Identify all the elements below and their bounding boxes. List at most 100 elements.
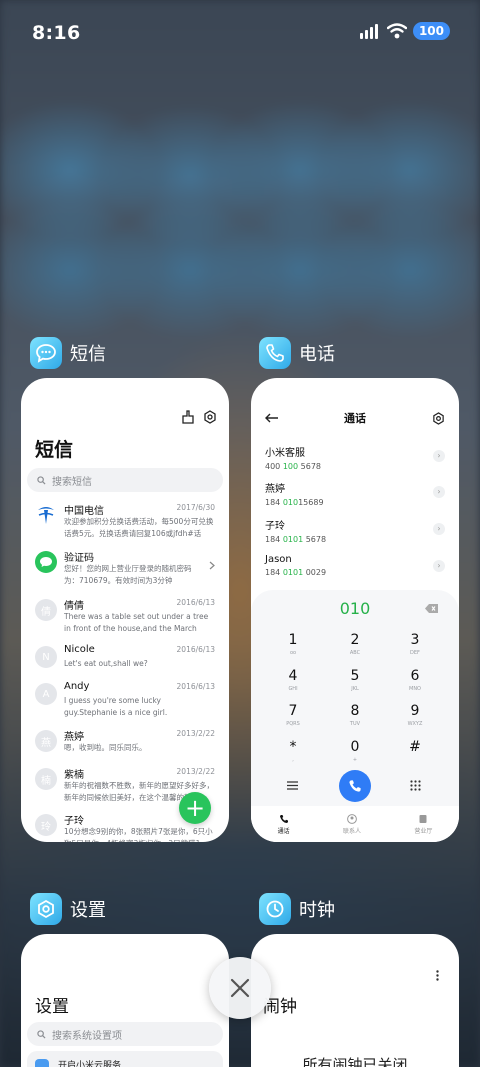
- keypad-grid-icon[interactable]: [410, 780, 421, 791]
- message-date: 2016/6/13: [176, 682, 215, 691]
- clean-brush-icon[interactable]: [181, 410, 195, 424]
- person-icon: [347, 813, 357, 824]
- contact-name: 燕婷: [265, 484, 285, 495]
- message-row[interactable]: N Nicole 2016/6/13 Let's eat out,shall w…: [21, 644, 229, 686]
- dial-key-5[interactable]: 5 JKL: [335, 668, 375, 692]
- contact-row[interactable]: 小米客服 400 100 5678 ›: [265, 444, 445, 474]
- phone-bottom-tabs: 通话 联系人 营业厅: [251, 806, 459, 842]
- phone-app-card[interactable]: 通话 小米客服 400 100 5678 › 燕婷 184 01015689 ›…: [251, 378, 459, 842]
- contact-avatar: N: [35, 646, 57, 668]
- search-icon: [37, 475, 46, 485]
- message-date: 2016/6/13: [176, 645, 215, 654]
- chevron-right-icon[interactable]: ›: [433, 450, 445, 462]
- message-bubble-icon: [35, 551, 57, 573]
- phone-page-title: 通话: [344, 412, 366, 425]
- message-sender: 燕婷: [64, 732, 84, 743]
- contact-row[interactable]: 燕婷 184 01015689 ›: [265, 480, 445, 510]
- message-sender: 紫楠: [64, 770, 84, 781]
- message-date: 2013/2/22: [176, 767, 215, 776]
- message-sender: Andy: [64, 681, 90, 692]
- contact-row[interactable]: Jason 184 0101 0029 ›: [265, 554, 445, 584]
- settings-item-label: 开启小米云服务: [58, 1061, 122, 1067]
- message-row[interactable]: 中国电信 2017/6/30 欢迎参加积分兑换话费活动，每500分可兑换话费5元…: [21, 502, 229, 544]
- china-telecom-logo-icon: [35, 504, 57, 526]
- message-preview: There was a table set out under a tree i…: [64, 612, 209, 633]
- dial-key-star[interactable]: *,: [273, 739, 313, 763]
- message-bubble-icon: [30, 337, 62, 369]
- app-header-phone[interactable]: 电话: [259, 337, 335, 369]
- store-icon: [419, 814, 427, 823]
- message-preview: Let's eat out,shall we?: [64, 659, 148, 668]
- dial-key-7[interactable]: 7 PQRS: [273, 703, 313, 727]
- new-message-button[interactable]: +: [179, 792, 211, 824]
- dial-key-4[interactable]: 4 GHI: [273, 668, 313, 692]
- app-label-sms: 短信: [70, 344, 106, 365]
- settings-search-input[interactable]: 搜索系统设置项: [27, 1022, 223, 1046]
- message-row[interactable]: A Andy 2016/6/13 I guess you're some luc…: [21, 681, 229, 723]
- message-row[interactable]: 燕 燕婷 2013/2/22 嗯，收到啦。同乐同乐。: [21, 728, 229, 770]
- message-preview: I guess you're some lucky guy.Stephanie …: [64, 696, 168, 717]
- contact-number: 184 0101 5678: [265, 535, 327, 544]
- tab-calls[interactable]: 通话: [278, 814, 290, 835]
- message-sender: 验证码: [64, 553, 94, 564]
- tab-service-hall[interactable]: 营业厅: [414, 814, 432, 835]
- settings-hexagon-icon: [30, 893, 62, 925]
- app-header-settings[interactable]: 设置: [30, 893, 106, 925]
- dialpad: 010 1 oo 2 ABC 3 DEF 4 GHI 5 JKL 6 MNO 7 PQRS 8…: [251, 590, 459, 842]
- message-preview: 嗯，收到啦。同乐同乐。: [64, 743, 147, 752]
- phone-handset-icon: [279, 814, 288, 823]
- sms-toolbar: [181, 410, 217, 424]
- dial-key-8[interactable]: 8 TUV: [335, 703, 375, 727]
- message-sender: 中国电信: [64, 506, 104, 517]
- message-sender: 倩倩: [64, 601, 84, 612]
- search-icon: [37, 1029, 46, 1039]
- dial-key-9[interactable]: 9 WXYZ: [395, 703, 435, 727]
- call-button[interactable]: [339, 770, 371, 802]
- message-date: 2013/2/22: [176, 729, 215, 738]
- settings-cloud-item[interactable]: 开启小米云服务: [27, 1051, 223, 1067]
- gear-icon[interactable]: [203, 410, 217, 424]
- gear-icon[interactable]: [432, 412, 445, 425]
- phone-handset-icon: [349, 780, 361, 792]
- dial-key-0[interactable]: 0 +: [335, 739, 375, 763]
- signal-icon: [359, 24, 378, 39]
- app-header-clock[interactable]: 时钟: [259, 893, 335, 925]
- contact-avatar: 玲: [35, 814, 57, 836]
- menu-icon[interactable]: [287, 781, 298, 790]
- sms-search-input[interactable]: 搜索短信: [27, 468, 223, 492]
- clock-app-card[interactable]: 闹钟 所有闹钟已关闭: [251, 934, 459, 1067]
- chevron-right-icon[interactable]: ›: [433, 523, 445, 535]
- alarms-empty-text: 所有闹钟已关闭: [302, 1056, 408, 1067]
- dial-key-hash[interactable]: #: [395, 739, 435, 757]
- settings-page-title: 设置: [35, 997, 69, 1017]
- battery-indicator: 100: [412, 22, 450, 40]
- app-label-phone: 电话: [299, 344, 335, 365]
- message-row[interactable]: 验证码 您好！您的网上营业厅登录的随机密码为：710679。有效时间为3分钟: [21, 549, 229, 591]
- dial-key-1[interactable]: 1 oo: [273, 632, 313, 656]
- more-options-icon[interactable]: [436, 970, 439, 981]
- clear-all-button[interactable]: [209, 957, 271, 1019]
- contact-avatar: 倩: [35, 599, 57, 621]
- contact-number: 184 01015689: [265, 498, 324, 507]
- sms-app-card[interactable]: 短信 搜索短信 中国电信 2017/6/30 欢迎参加积分兑换话费活动，每500…: [21, 378, 229, 842]
- app-header-sms[interactable]: 短信: [30, 337, 106, 369]
- tab-contacts[interactable]: 联系人: [343, 813, 361, 835]
- app-label-clock: 时钟: [299, 900, 335, 921]
- contact-name: 小米客服: [265, 448, 305, 459]
- phone-handset-icon: [259, 337, 291, 369]
- status-time: 8:16: [32, 22, 81, 44]
- dial-key-6[interactable]: 6 MNO: [395, 668, 435, 692]
- settings-app-card[interactable]: 设置 搜索系统设置项 开启小米云服务: [21, 934, 229, 1067]
- dial-key-3[interactable]: 3 DEF: [395, 632, 435, 656]
- chevron-right-icon[interactable]: ›: [433, 560, 445, 572]
- message-preview: 您好！您的网上营业厅登录的随机密码为：710679。有效时间为3分钟: [64, 564, 192, 585]
- backspace-icon[interactable]: [425, 604, 439, 613]
- chevron-right-icon[interactable]: ›: [433, 486, 445, 498]
- message-date: 2016/6/13: [176, 598, 215, 607]
- contact-row[interactable]: 子玲 184 0101 5678 ›: [265, 517, 445, 547]
- message-row[interactable]: 倩 倩倩 2016/6/13 There was a table set out…: [21, 597, 229, 639]
- contact-avatar: 燕: [35, 730, 57, 752]
- dial-key-2[interactable]: 2 ABC: [335, 632, 375, 656]
- message-preview: 10分想念9别的你，8张照片7张是你，6只小狗5只是你，4瓶蜂蜜3瓶归你，2只熊…: [64, 827, 213, 842]
- contact-number: 184 0101 0029: [265, 568, 327, 577]
